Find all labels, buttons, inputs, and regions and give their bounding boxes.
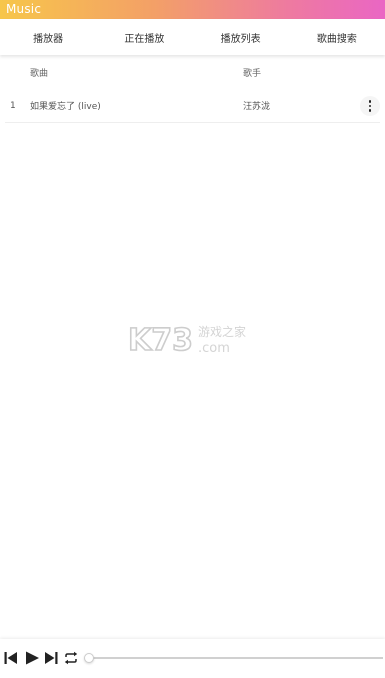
music-app: Music 播放器 正在播放 播放列表 歌曲搜索 歌曲 歌手 1 如果爱忘了 (… <box>0 0 385 678</box>
progress-knob[interactable] <box>84 653 94 663</box>
play-icon[interactable] <box>24 650 40 666</box>
title-bar: Music <box>0 0 385 19</box>
tab-now-playing[interactable]: 正在播放 <box>96 19 192 55</box>
progress-track[interactable] <box>88 657 383 659</box>
row-song-title[interactable]: 如果爱忘了 (live) <box>30 99 101 112</box>
app-title: Music <box>6 2 42 16</box>
k73-watermark-logo: K73 游戏之家 .com <box>128 322 246 356</box>
header-song: 歌曲 <box>30 68 49 79</box>
more-options-icon[interactable] <box>360 96 380 116</box>
skip-next-icon[interactable] <box>43 650 59 666</box>
tab-playlist[interactable]: 播放列表 <box>193 19 289 55</box>
tab-player[interactable]: 播放器 <box>0 19 96 55</box>
table-header: 歌曲 歌手 <box>5 55 380 89</box>
watermark-brand: K73 <box>128 323 193 356</box>
skip-previous-icon[interactable] <box>3 650 19 666</box>
row-artist: 汪苏泷 <box>243 102 271 112</box>
repeat-icon[interactable] <box>63 650 79 666</box>
watermark-text-en: .com <box>198 341 230 356</box>
header-artist: 歌手 <box>243 68 262 79</box>
row-index: 1 <box>10 100 16 111</box>
watermark-text-cn: 游戏之家 <box>198 324 246 339</box>
song-table: 歌曲 歌手 1 如果爱忘了 (live) 汪苏泷 <box>5 55 380 123</box>
tab-bar: 播放器 正在播放 播放列表 歌曲搜索 <box>0 19 385 55</box>
player-bar <box>0 639 385 678</box>
tab-song-search[interactable]: 歌曲搜索 <box>289 19 385 55</box>
table-row[interactable]: 1 如果爱忘了 (live) 汪苏泷 <box>5 89 380 123</box>
